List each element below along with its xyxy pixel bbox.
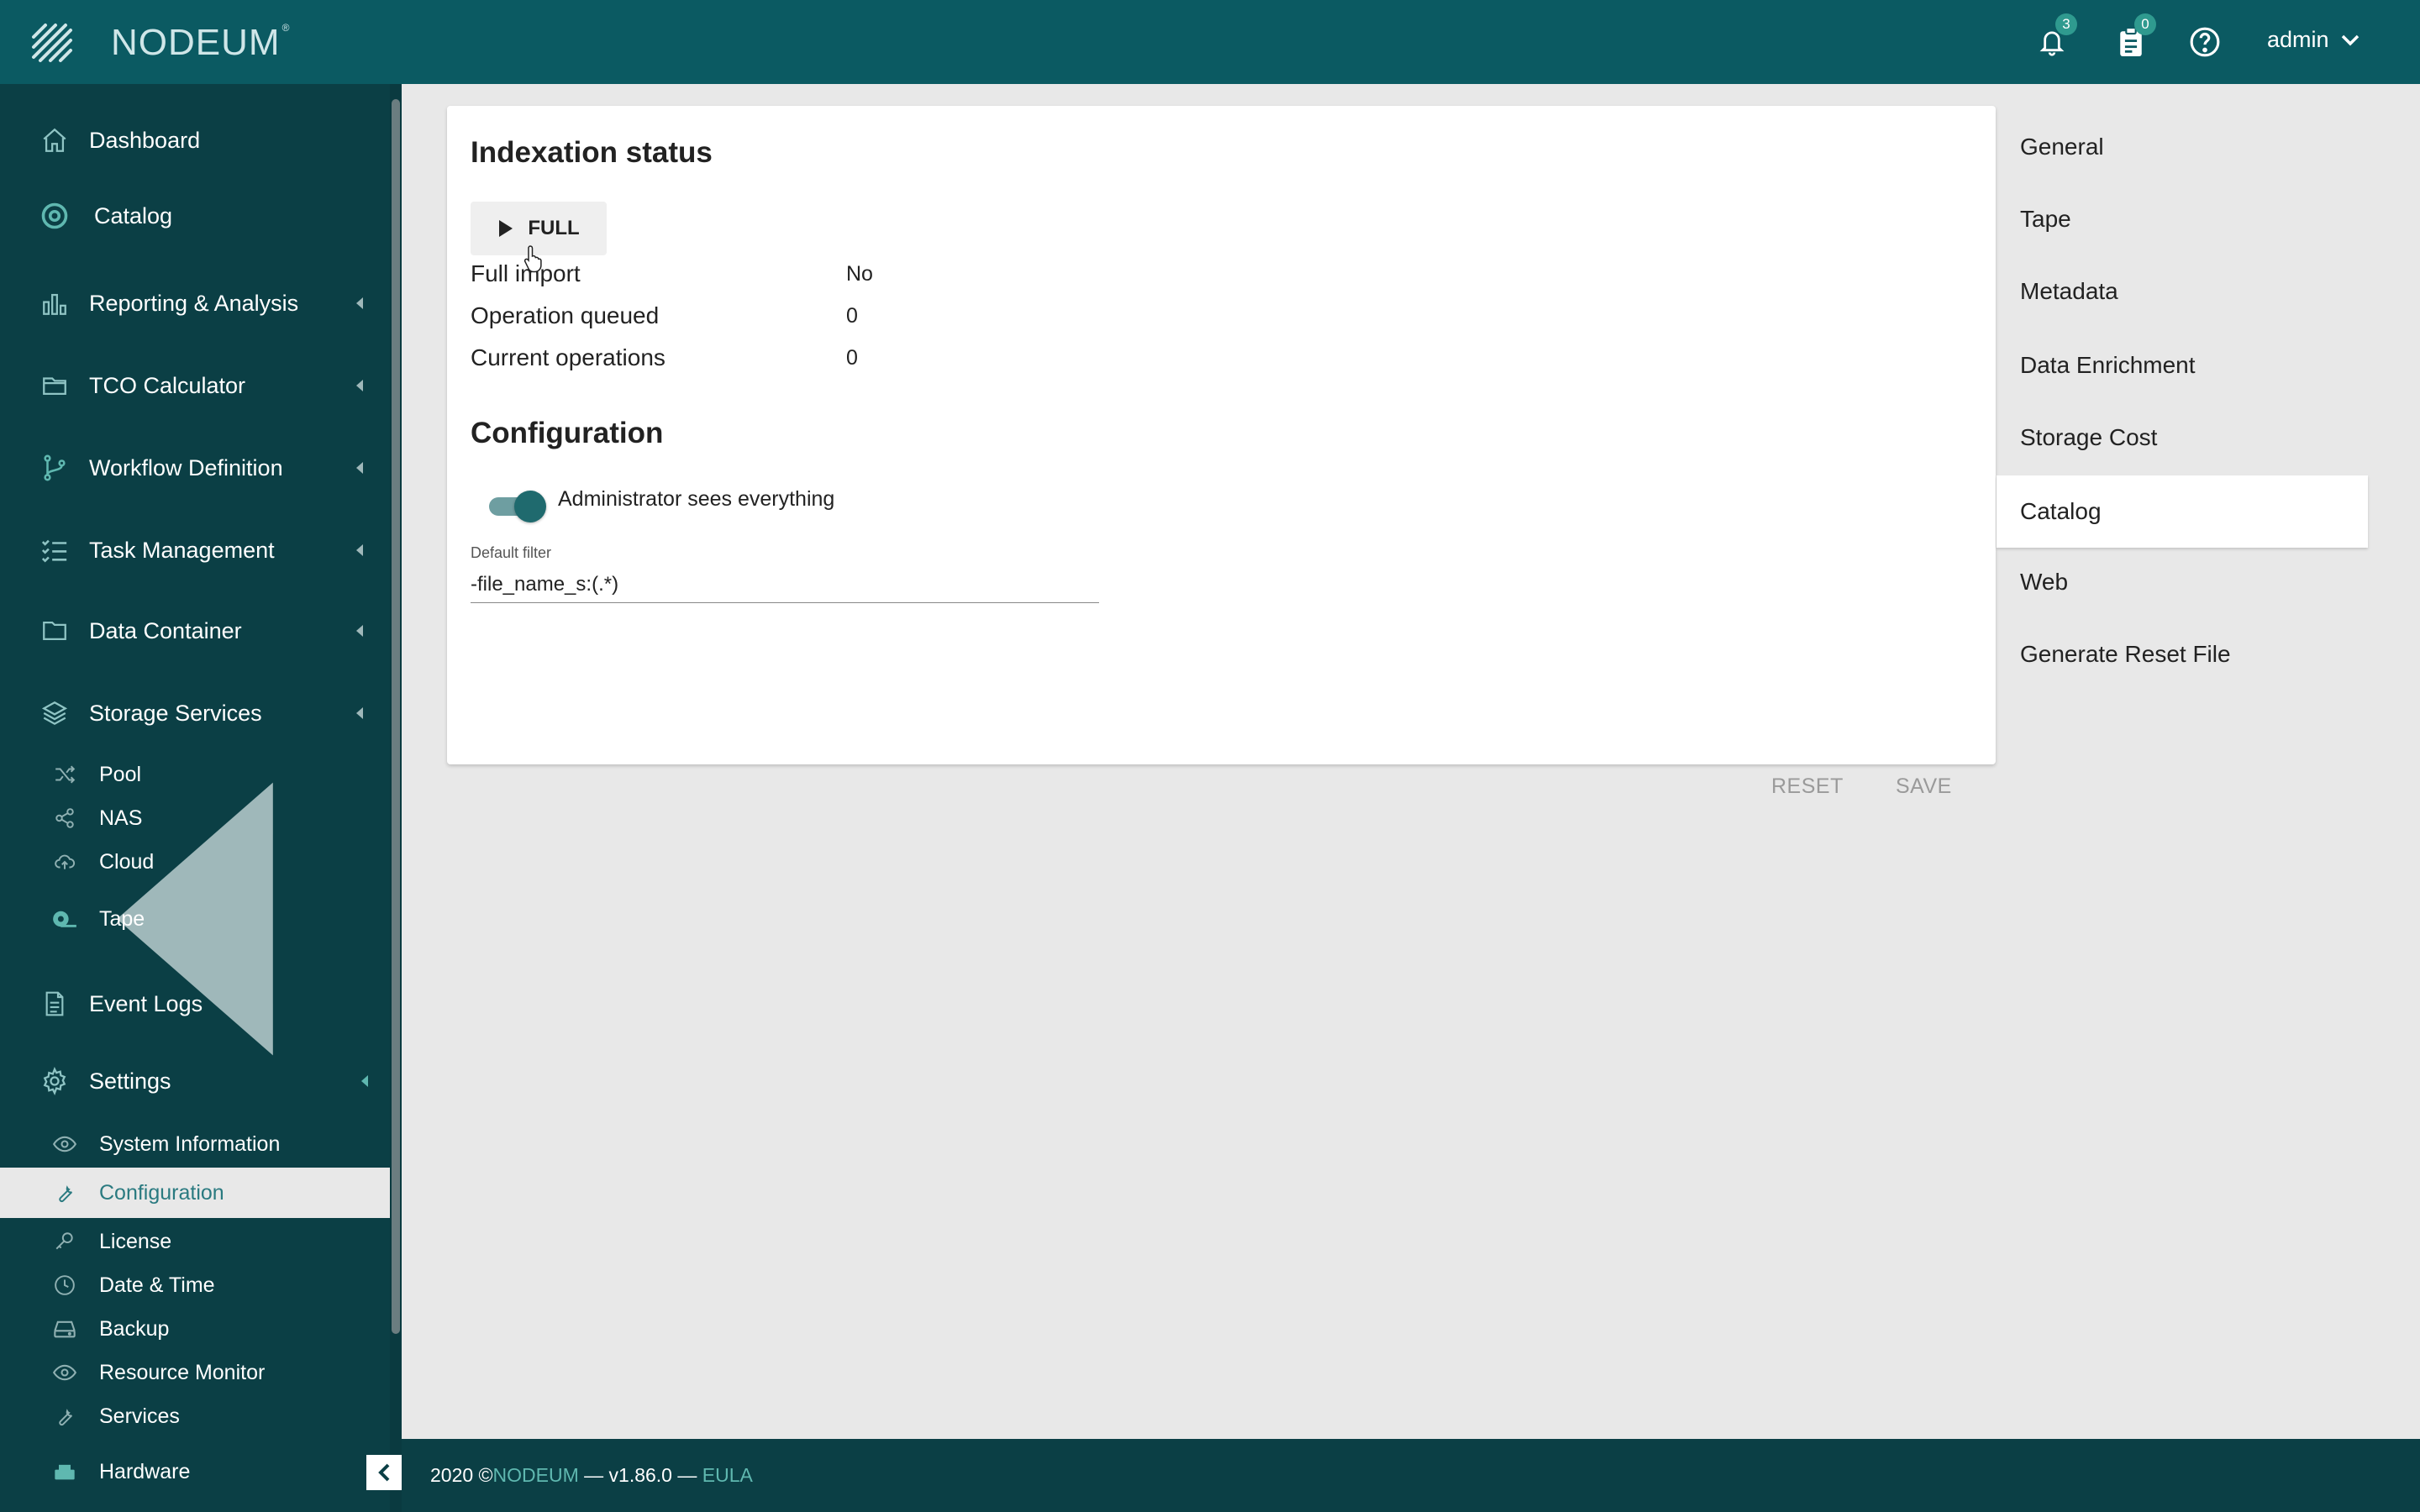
sidebar-subitem-backup[interactable]: Backup <box>0 1307 390 1351</box>
drive-icon <box>52 1316 77 1341</box>
footer-brand-link[interactable]: NODEUM <box>493 1464 579 1487</box>
indexation-status-title: Indexation status <box>471 136 713 169</box>
sidebar-item-event-logs[interactable]: Event Logs <box>0 983 390 1025</box>
sidebar-subitem-tape[interactable]: Tape <box>0 782 390 1056</box>
eye-icon <box>52 1360 77 1385</box>
footer: 2020 © NODEUM — v1.86.0 — EULA <box>402 1439 2420 1512</box>
play-icon <box>499 220 513 237</box>
user-menu[interactable]: admin <box>2267 27 2360 53</box>
sidebar-subitem-configuration[interactable]: Configuration <box>0 1168 390 1218</box>
chevron-left-icon <box>361 1075 368 1087</box>
chart-icon <box>39 287 71 319</box>
sidebar: Dashboard Catalog Reporting & Analysis T… <box>0 84 402 1512</box>
chevron-down-icon <box>2341 34 2359 45</box>
sidebar-item-reporting[interactable]: Reporting & Analysis <box>0 282 390 324</box>
catalog-icon <box>39 200 71 232</box>
document-icon <box>39 988 71 1020</box>
operation-queued-value: 0 <box>846 304 858 328</box>
footer-eula-link[interactable]: EULA <box>702 1464 753 1487</box>
sidebar-item-data-container[interactable]: Data Container <box>0 610 390 652</box>
top-bar: NODEUM ® 3 0 admin <box>0 0 2420 84</box>
admin-sees-everything-toggle[interactable] <box>489 489 546 522</box>
admin-sees-everything-label: Administrator sees everything <box>558 487 835 511</box>
configuration-title: Configuration <box>471 417 664 449</box>
collapse-sidebar-button[interactable] <box>366 1455 402 1490</box>
sidebar-item-tco-calculator[interactable]: TCO Calculator <box>0 365 390 407</box>
hardware-icon <box>52 1459 77 1484</box>
current-operations-value: 0 <box>846 346 858 370</box>
sidebar-subitem-license[interactable]: License <box>0 1220 390 1263</box>
help-icon <box>2190 27 2220 57</box>
sidebar-item-workflow[interactable]: Workflow Definition <box>0 447 390 489</box>
folder-icon <box>39 370 71 402</box>
help-button[interactable] <box>2185 22 2225 62</box>
notifications-button[interactable]: 3 <box>2032 13 2077 62</box>
sidebar-item-settings[interactable]: Settings <box>0 1060 390 1102</box>
eye-icon <box>52 1131 77 1157</box>
sidebar-subitem-resource-monitor[interactable]: Resource Monitor <box>0 1351 390 1394</box>
chevron-left-icon <box>356 625 363 637</box>
pointer-cursor-icon <box>523 245 542 273</box>
folder-icon <box>39 615 71 647</box>
tasks-button[interactable]: 0 <box>2111 13 2156 62</box>
chevron-left-icon <box>356 462 363 474</box>
home-icon <box>39 124 71 156</box>
brand-name[interactable]: NODEUM ® <box>111 22 290 64</box>
nodeum-logo-icon[interactable] <box>29 20 76 64</box>
tasklist-icon <box>39 534 71 566</box>
notifications-badge: 3 <box>2055 13 2077 35</box>
tasks-badge: 0 <box>2134 13 2156 35</box>
sidebar-item-catalog[interactable]: Catalog <box>0 195 390 237</box>
sidebar-item-task-management[interactable]: Task Management <box>0 529 390 571</box>
sidebar-subitem-system-information[interactable]: System Information <box>0 1122 390 1166</box>
catalog-settings-card: Indexation status FULL Full import No Op… <box>447 106 1996 798</box>
footer-version: — v1.86.0 — <box>578 1464 702 1486</box>
chevron-left-icon <box>356 380 363 391</box>
settings-nav-data-enrichment[interactable]: Data Enrichment <box>1996 329 2368 402</box>
footer-year: 2020 © <box>430 1464 493 1486</box>
branch-icon <box>39 452 71 484</box>
full-import-value: No <box>846 262 873 286</box>
sidebar-subitem-date-time[interactable]: Date & Time <box>0 1263 390 1307</box>
key-icon <box>52 1229 77 1254</box>
settings-nav-storage-cost[interactable]: Storage Cost <box>1996 402 2368 474</box>
chevron-left-icon <box>356 544 363 556</box>
default-filter-input[interactable] <box>471 566 1099 603</box>
sidebar-subitem-services[interactable]: Services <box>0 1394 390 1438</box>
reset-button[interactable]: RESET <box>1771 774 1844 799</box>
settings-nav-tape[interactable]: Tape <box>1996 183 2368 255</box>
sidebar-subitem-hardware[interactable]: Hardware <box>0 1450 390 1494</box>
save-button[interactable]: SAVE <box>1896 774 1952 799</box>
settings-nav-metadata[interactable]: Metadata <box>1996 255 2368 328</box>
user-name: admin <box>2267 27 2329 52</box>
clock-icon <box>52 1273 77 1298</box>
sidebar-item-dashboard[interactable]: Dashboard <box>0 119 390 161</box>
wrench-icon <box>52 1404 77 1429</box>
chevron-left-icon <box>356 297 363 309</box>
chevron-left-icon <box>378 1463 390 1482</box>
wrench-icon <box>52 1180 77 1205</box>
chevron-left-icon <box>356 707 363 719</box>
current-operations-label: Current operations <box>471 344 666 370</box>
sidebar-scrollbar[interactable] <box>390 84 402 1512</box>
tape-icon <box>52 906 77 932</box>
operation-queued-label: Operation queued <box>471 302 660 328</box>
gear-icon <box>39 1065 71 1097</box>
settings-nav-catalog[interactable]: Catalog <box>1996 475 2368 548</box>
settings-nav-web[interactable]: Web <box>1996 546 2368 618</box>
default-filter-label: Default filter <box>471 544 552 561</box>
settings-nav-generate-reset-file[interactable]: Generate Reset File <box>1996 618 2368 690</box>
settings-nav-general[interactable]: General <box>1996 111 2368 183</box>
sidebar-scroll-thumb[interactable] <box>392 99 400 1334</box>
